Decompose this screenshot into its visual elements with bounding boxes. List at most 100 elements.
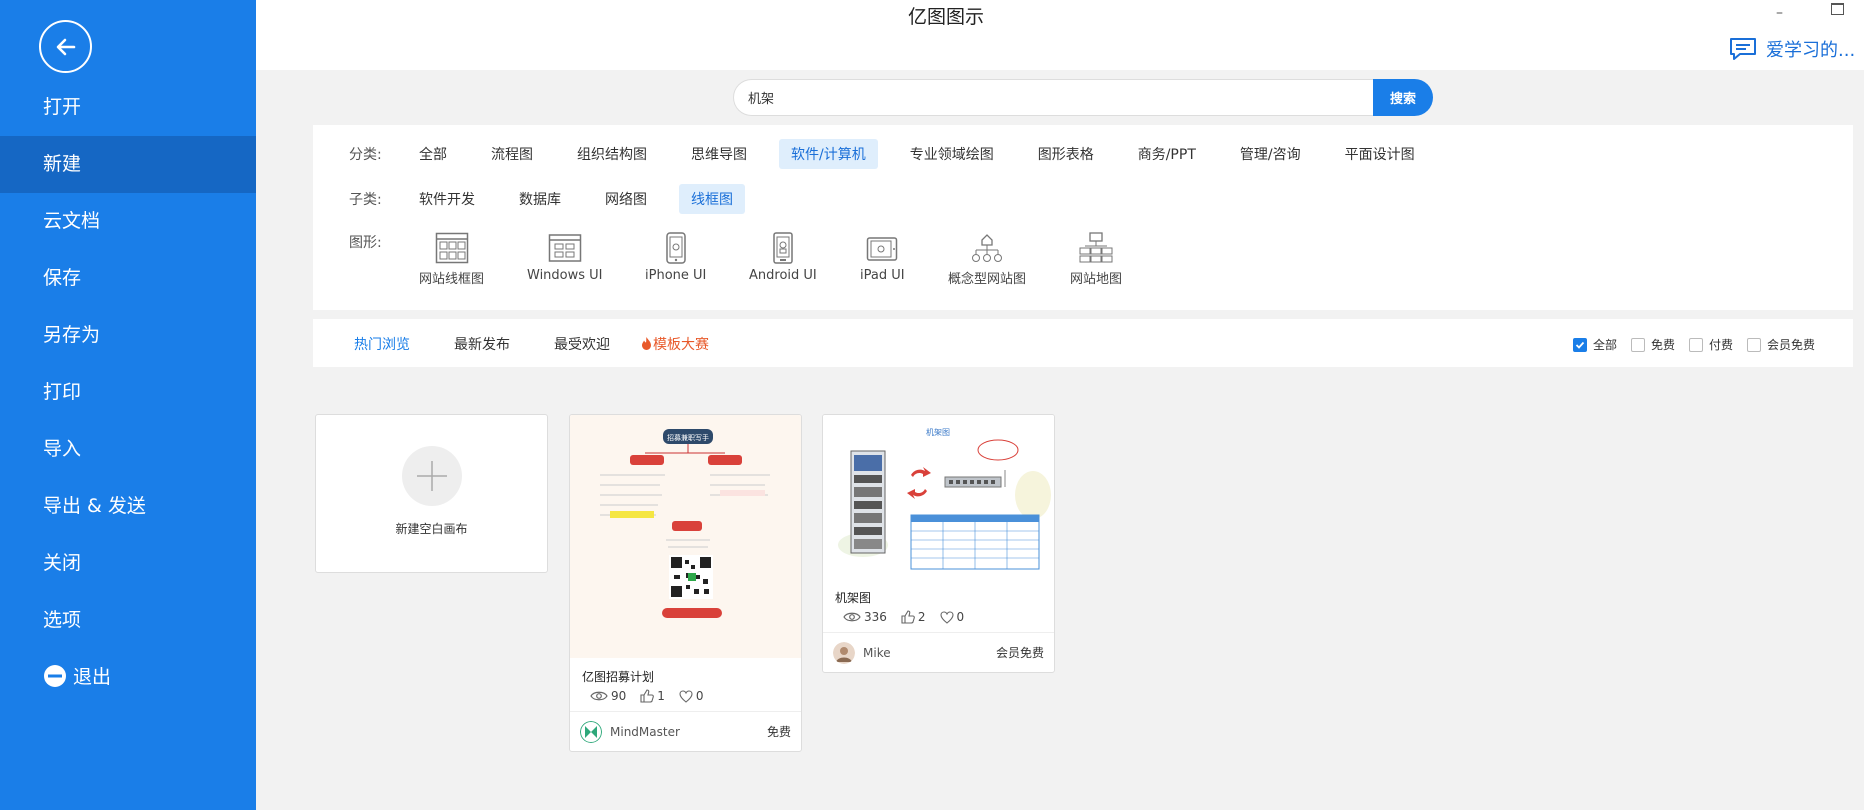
heart-icon xyxy=(939,610,954,624)
plus-circle xyxy=(401,446,462,506)
category-chip[interactable]: 管理/咨询 xyxy=(1228,139,1313,169)
sidebar-item-close[interactable]: 关闭 xyxy=(0,535,256,592)
avatar xyxy=(833,641,855,664)
eye-icon xyxy=(590,691,608,701)
search-button[interactable]: 搜索 xyxy=(1373,79,1433,116)
checkbox-box xyxy=(1630,337,1645,352)
sidebar-item-label: 云文档 xyxy=(43,210,101,232)
template-card[interactable]: 机架图 机架图 336 2 0 Mike 会员免费 xyxy=(822,414,1055,673)
tab-contest-label: 模板大赛 xyxy=(653,337,709,353)
subcategory-label: 子类: xyxy=(349,192,382,208)
subcategory-chip[interactable]: 网络图 xyxy=(593,184,659,214)
tab-contest[interactable]: 模板大赛 xyxy=(640,334,709,354)
sidebar-item-label: 关闭 xyxy=(43,552,82,574)
category-chip[interactable]: 商务/PPT xyxy=(1126,139,1208,169)
search-bar: 搜索 xyxy=(733,79,1433,116)
maximize-button[interactable] xyxy=(1831,3,1844,15)
sidebar-item-exit[interactable]: 退出 xyxy=(0,649,256,706)
category-label: 分类: xyxy=(349,147,382,163)
sidebar-item-label: 选项 xyxy=(43,609,82,631)
favorites-stat[interactable]: 0 xyxy=(939,610,964,624)
sidebar-item-save[interactable]: 保存 xyxy=(0,250,256,307)
tab-hot[interactable]: 热门浏览 xyxy=(354,334,410,354)
minimize-button[interactable]: – xyxy=(1776,5,1783,21)
mindmaster-logo-icon xyxy=(580,720,602,743)
back-button[interactable] xyxy=(39,20,92,73)
template-title: 亿图招募计划 xyxy=(582,670,655,684)
filter-all-checkbox[interactable]: 全部 xyxy=(1572,336,1617,353)
category-chip[interactable]: 流程图 xyxy=(479,139,545,169)
new-blank-canvas-card[interactable]: 新建空白画布 xyxy=(315,414,548,573)
arrow-left-icon xyxy=(56,38,75,55)
filter-member-free-checkbox[interactable]: 会员免费 xyxy=(1746,336,1815,353)
sidebar-item-export-send[interactable]: 导出 & 发送 xyxy=(0,478,256,535)
sidebar-item-open[interactable]: 打开 xyxy=(0,79,256,136)
sidebar-item-import[interactable]: 导入 xyxy=(0,421,256,478)
likes-count: 1 xyxy=(657,689,665,703)
rack-thumbnail-graphic: 机架图 xyxy=(838,427,1051,570)
filter-paid-checkbox[interactable]: 付费 xyxy=(1688,336,1733,353)
author-name[interactable]: Mike xyxy=(863,646,996,660)
sidebar-item-label: 保存 xyxy=(43,267,82,289)
category-chip[interactable]: 组织结构图 xyxy=(565,139,659,169)
author-name[interactable]: MindMaster xyxy=(610,725,767,739)
shape-windows-ui[interactable]: Windows UI xyxy=(527,232,603,283)
sidebar-item-save-as[interactable]: 另存为 xyxy=(0,307,256,364)
shape-label: iPad UI xyxy=(860,268,905,283)
likes-stat[interactable]: 2 xyxy=(901,610,926,624)
thumb-header: 招募兼职写手 xyxy=(667,433,709,442)
checkbox-label: 付费 xyxy=(1708,338,1733,352)
shape-ipad-ui[interactable]: iPad UI xyxy=(860,232,905,283)
tab-latest[interactable]: 最新发布 xyxy=(454,334,510,354)
checkbox-label: 免费 xyxy=(1650,338,1675,352)
chat-icon xyxy=(1730,38,1756,60)
category-chip[interactable]: 图形表格 xyxy=(1026,139,1106,169)
sidebar-item-print[interactable]: 打印 xyxy=(0,364,256,421)
checkbox-label: 会员免费 xyxy=(1766,338,1815,352)
category-chip[interactable]: 思维导图 xyxy=(679,139,759,169)
template-card[interactable]: 招募兼职写手 亿图招募计划 90 1 0 MindMaster 免费 xyxy=(569,414,802,752)
shape-sitemap[interactable]: 网站地图 xyxy=(1070,232,1122,287)
template-thumbnail: 招募兼职写手 xyxy=(570,415,801,658)
shape-label: 网站线框图 xyxy=(419,272,485,287)
subcategory-chip-active[interactable]: 线框图 xyxy=(679,184,745,214)
category-chip-active[interactable]: 软件/计算机 xyxy=(779,139,878,169)
fire-icon xyxy=(642,337,651,350)
sidebar-item-new[interactable]: 新建 xyxy=(0,136,256,193)
plus-icon xyxy=(416,461,447,491)
ipad-ui-icon xyxy=(867,237,898,261)
user-menu[interactable]: 爱学习的... xyxy=(1728,36,1855,62)
favorites-count: 0 xyxy=(695,689,704,703)
shape-label: 概念型网站图 xyxy=(948,272,1027,287)
subcategory-chip[interactable]: 软件开发 xyxy=(407,184,487,214)
filter-free-checkbox[interactable]: 免费 xyxy=(1630,336,1675,353)
sidebar-item-options[interactable]: 选项 xyxy=(0,592,256,649)
minus-circle-icon xyxy=(44,664,66,687)
check-icon xyxy=(1575,341,1585,349)
checkbox-box xyxy=(1688,337,1703,352)
subcategory-chip[interactable]: 数据库 xyxy=(507,184,573,214)
user-name: 爱学习的... xyxy=(1766,40,1856,61)
category-chip[interactable]: 专业领域绘图 xyxy=(898,139,1006,169)
template-title: 机架图 xyxy=(835,591,872,605)
shape-website-wireframe[interactable]: 网站线框图 xyxy=(419,232,484,287)
concept-site-icon xyxy=(972,234,1002,262)
app-title: 亿图图示 xyxy=(907,6,984,28)
sidebar-menu: 打开 新建 云文档 保存 另存为 打印 导入 导出 & 发送 关闭 选项 退出 xyxy=(0,79,256,706)
category-chip[interactable]: 全部 xyxy=(407,139,459,169)
template-footer: Mike 会员免费 xyxy=(823,632,1054,672)
shape-android-ui[interactable]: Android UI xyxy=(749,232,817,283)
checkbox-label: 全部 xyxy=(1592,338,1617,352)
favorites-stat[interactable]: 0 xyxy=(679,689,704,703)
search-input[interactable] xyxy=(733,79,1373,116)
shape-iphone-ui[interactable]: iPhone UI xyxy=(645,232,706,283)
category-chip[interactable]: 平面设计图 xyxy=(1333,139,1427,169)
views-count: 336 xyxy=(864,610,887,624)
tab-popular[interactable]: 最受欢迎 xyxy=(554,334,610,354)
shape-concept-site[interactable]: 概念型网站图 xyxy=(948,232,1026,287)
likes-stat[interactable]: 1 xyxy=(640,689,665,703)
android-ui-icon xyxy=(773,232,793,264)
sidebar-item-cloud-docs[interactable]: 云文档 xyxy=(0,193,256,250)
sidebar-item-label: 打开 xyxy=(43,96,82,118)
price-label: 会员免费 xyxy=(995,646,1044,660)
